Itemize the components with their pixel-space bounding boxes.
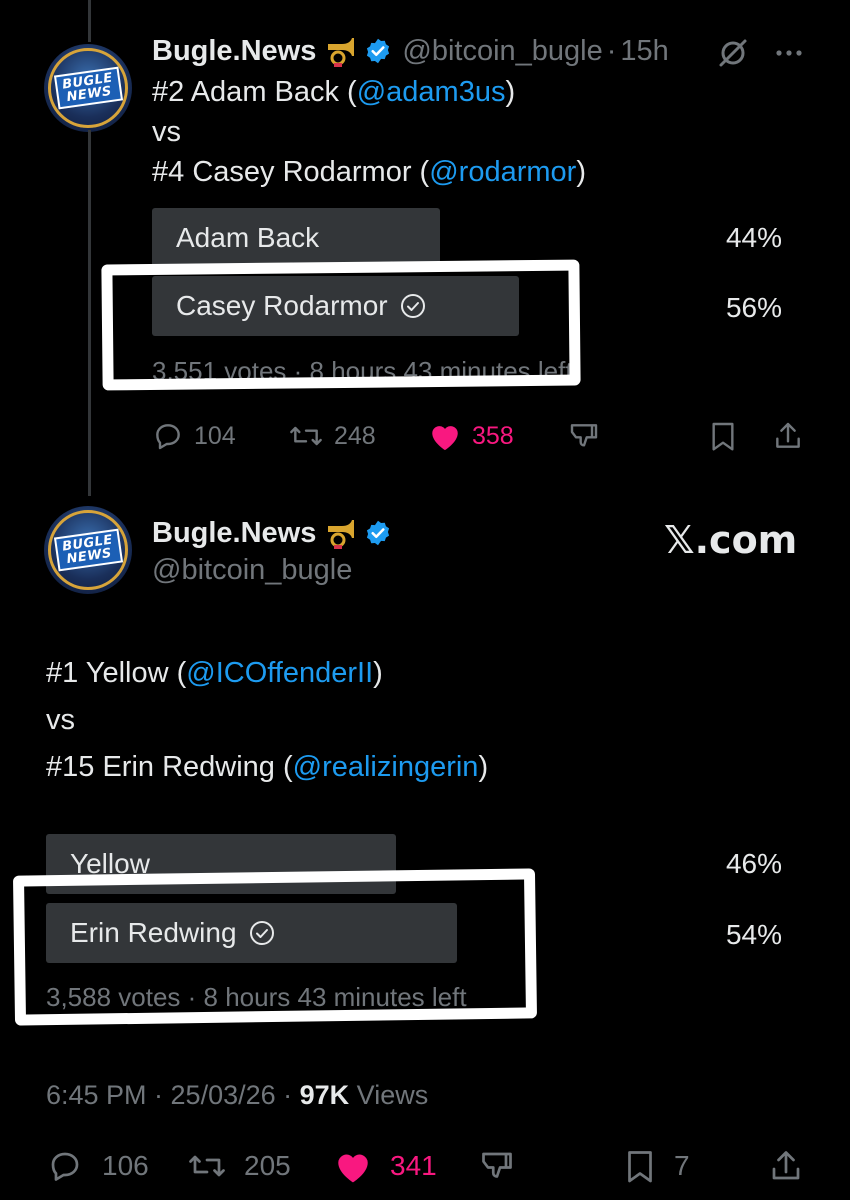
tweet2-line2: vs (46, 704, 75, 736)
reply-icon (156, 424, 180, 450)
display-name[interactable]: Bugle.News (152, 517, 316, 550)
poll-meta: 3,588 votes · 8 hours 43 minutes left (46, 982, 467, 1012)
thread-line-connector (88, 130, 91, 496)
timestamp[interactable]: 15h (620, 35, 668, 68)
poll-meta: 3,551 votes · 8 hours 43 minutes left (152, 356, 573, 386)
share-button[interactable] (768, 1148, 804, 1184)
reply-button[interactable]: 106 (46, 1148, 149, 1184)
mention-link[interactable]: @adam3us (357, 76, 506, 108)
reply-icon (51, 1152, 79, 1181)
handle[interactable]: @bitcoin_bugle (152, 550, 352, 590)
poll-option-percent: 46% (725, 848, 782, 879)
tweet2-line3-suffix: ) (478, 751, 489, 783)
poll-option-adam-back: Adam Back (152, 208, 440, 268)
reply-count: 104 (194, 421, 236, 450)
tweet2-line1-suffix: ) (373, 657, 383, 689)
bookmark-button[interactable]: 7 (622, 1148, 690, 1184)
avatar[interactable]: BUGLE NEWS (44, 506, 132, 594)
views-count: 97K (299, 1080, 350, 1110)
share-button[interactable] (772, 420, 804, 452)
bookmark-icon (628, 1151, 652, 1183)
horn-icon (324, 34, 358, 68)
reply-button[interactable]: 104 (152, 420, 236, 452)
tweet2-line3-text: #15 Erin Redwing ( (46, 751, 293, 783)
poll-option-label: Casey Rodarmor (176, 290, 388, 321)
separator-dot: · (606, 34, 617, 67)
repost-button[interactable]: 205 (186, 1148, 291, 1184)
mention-link[interactable]: @ICOffenderII (186, 657, 373, 689)
like-icon (338, 1154, 368, 1183)
bookmark-button[interactable] (708, 420, 738, 452)
repost-count: 248 (334, 421, 376, 450)
grok-icon[interactable] (716, 36, 750, 70)
poll-option-label: Erin Redwing (70, 917, 237, 948)
check-icon (249, 920, 275, 946)
analytics-icon (570, 424, 598, 447)
poll-option-yellow: Yellow (46, 834, 396, 894)
check-icon (400, 293, 426, 319)
tweet-meta: 6:45 PM · 25/03/26 · 97K Views (46, 1080, 428, 1111)
like-button[interactable]: 341 (332, 1148, 437, 1184)
tweet1-line3-text: #4 Casey Rodarmor ( (152, 156, 430, 188)
analytics-button[interactable] (478, 1148, 516, 1184)
like-count: 358 (472, 421, 514, 450)
mention-link[interactable]: @rodarmor (429, 156, 576, 188)
verified-icon[interactable] (364, 37, 392, 65)
share-icon (772, 1151, 800, 1180)
avatar[interactable]: BUGLE NEWS (44, 44, 132, 132)
poll-option-percent: 56% (725, 292, 782, 323)
tweet1-line1: #2 Adam Back (@adam3us) (152, 72, 586, 112)
poll-option-erin-redwing: Erin Redwing (46, 903, 457, 963)
repost-count: 205 (244, 1150, 291, 1181)
mention-link[interactable]: @realizingerin (293, 751, 479, 783)
poll-option-percent: 54% (725, 919, 782, 950)
poll-option-label: Yellow (70, 848, 150, 879)
tweet1-header-actions (716, 36, 806, 70)
verified-icon[interactable] (364, 519, 392, 547)
more-icon[interactable] (772, 36, 806, 70)
tweet1-line1-suffix: ) (505, 76, 516, 108)
like-button[interactable]: 358 (428, 420, 514, 452)
views-label: Views (349, 1080, 429, 1110)
poll-option-percent: 44% (725, 222, 782, 253)
timestamp[interactable]: 6:45 PM · 25/03/26 · (46, 1080, 300, 1110)
poll-option-casey-rodarmor: Casey Rodarmor (152, 276, 519, 336)
tweet1-body: #2 Adam Back (@adam3us) vs #4 Casey Roda… (152, 72, 586, 192)
repost-icon (290, 426, 322, 446)
analytics-icon (482, 1152, 512, 1178)
like-count: 341 (390, 1150, 437, 1181)
tweet1-header: Bugle.News @bitcoin_bugle · 15h (152, 34, 669, 68)
horn-icon (324, 516, 358, 550)
x-com-watermark: 𝕏.com (664, 518, 798, 562)
handle[interactable]: @bitcoin_bugle (402, 35, 602, 68)
tweet2-line1: #1 Yellow (@ICOffenderII) (46, 650, 488, 697)
analytics-button[interactable] (568, 420, 600, 452)
page: BUGLE NEWS Bugle.News @bitcoin_bugle · 1… (0, 0, 850, 1200)
tweet1-line3: #4 Casey Rodarmor (@rodarmor) (152, 152, 586, 192)
tweet2-body: #1 Yellow (@ICOffenderII) vs #15 Erin Re… (46, 650, 488, 791)
share-icon (776, 422, 800, 448)
tweet2-line3: #15 Erin Redwing (@realizingerin) (46, 744, 488, 791)
tweet1-line3-suffix: ) (576, 156, 586, 188)
tweet2-line1-text: #1 Yellow ( (46, 657, 187, 689)
repost-button[interactable]: 248 (288, 420, 376, 452)
repost-icon (189, 1155, 225, 1177)
like-icon (432, 426, 458, 451)
tweet2-header: Bugle.News (152, 516, 392, 550)
poll-option-label: Adam Back (176, 222, 320, 253)
tweet1-line2: vs (152, 116, 181, 148)
bookmark-icon (712, 422, 734, 451)
reply-count: 106 (102, 1150, 149, 1181)
display-name[interactable]: Bugle.News (152, 35, 316, 68)
thread-line-top (88, 0, 91, 42)
tweet1-line1-text: #2 Adam Back ( (152, 76, 357, 108)
bookmark-count: 7 (674, 1150, 690, 1181)
